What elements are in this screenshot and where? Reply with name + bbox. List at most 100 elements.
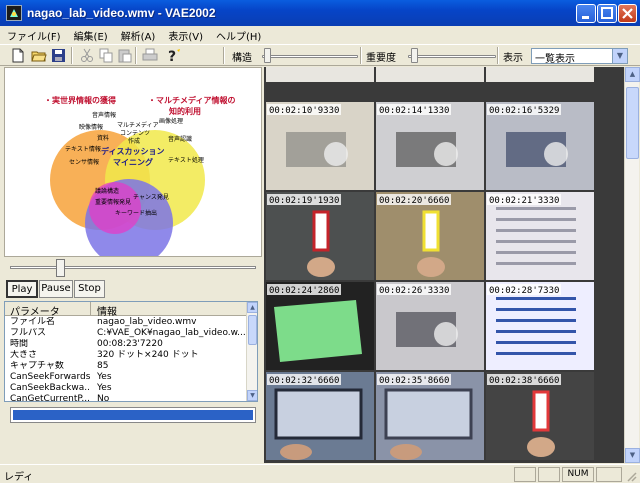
thumbnail-partial[interactable] (266, 67, 374, 82)
thumbnail-projector[interactable]: 00:02:26'3330 (376, 282, 484, 370)
table-row[interactable]: CanGetCurrentP... No (5, 394, 247, 401)
table-row[interactable]: CanSeekForwards Yes (5, 372, 247, 383)
properties-scrollbar[interactable]: ▲ ▼ (246, 302, 257, 401)
scroll-up-icon[interactable]: ▲ (247, 302, 257, 313)
thumbnail-scrollbar[interactable]: ▲ ▼ (624, 67, 640, 463)
left-pane: ・実世界情報の獲得 ・マルチメディア情報の 知的利用 音声情報 映像情報 資料 … (4, 67, 262, 463)
column-header-parameter[interactable]: パラメータ (10, 303, 60, 318)
app-icon[interactable] (6, 5, 22, 21)
thumbnail-devices[interactable]: 00:02:14'1330 (376, 102, 484, 190)
column-header-info[interactable]: 情報 (97, 303, 117, 318)
thumbnail-partial[interactable] (486, 67, 594, 82)
menu-edit[interactable]: 編集(E) (67, 26, 114, 43)
diagram-item: 重要情報発見 (95, 199, 132, 206)
thumbnail-card-yellow[interactable]: 00:02:20'6660 (376, 192, 484, 280)
scroll-up-icon[interactable]: ▲ (625, 67, 640, 82)
minimize-button[interactable] (576, 4, 596, 23)
importance-slider-track[interactable] (408, 55, 496, 58)
thumbnail-lab[interactable]: 00:02:16'5329 (486, 102, 594, 190)
thumbnail-grid: 00:02:10'9330 00:02:14'1330 00:02:16'5329 0… (264, 67, 624, 463)
progress-bar (10, 407, 256, 423)
status-panel (514, 467, 536, 482)
print-icon[interactable] (142, 48, 158, 63)
new-file-icon[interactable] (10, 48, 26, 63)
cut-icon[interactable] (79, 48, 95, 63)
help-icon[interactable]: ? (165, 48, 181, 65)
diagram-item: テキスト情報 (65, 146, 101, 153)
menu-analyze[interactable]: 解析(A) (114, 26, 162, 43)
toolbar-separator (135, 47, 137, 64)
diagram-item: 音声情報 (92, 112, 117, 119)
table-row[interactable]: CanSeekBackwa... Yes (5, 383, 247, 394)
playback-slider-thumb[interactable] (56, 259, 65, 277)
thumbnail-timestamp: 00:02:16'5329 (489, 106, 559, 116)
table-row[interactable]: フルパス C:¥VAE_OK¥nagao_lab_video.w... (5, 328, 247, 339)
playback-slider-track[interactable] (10, 266, 256, 269)
diagram-item: 議論構造 (95, 188, 120, 195)
resize-grip-icon[interactable] (625, 470, 637, 482)
display-label: 表示 (503, 53, 523, 64)
thumbnail-whiteboard[interactable]: 00:02:21'3330 (486, 192, 594, 280)
thumbnail-timestamp: 00:02:21'3330 (489, 196, 559, 206)
properties-header: パラメータ 情報 (5, 302, 247, 318)
thumbnail-timestamp: 00:02:24'2860 (269, 286, 339, 296)
thumbnail-timestamp: 00:02:32'6660 (269, 376, 339, 386)
scroll-thumb[interactable] (626, 87, 639, 159)
num-lock-indicator: NUM (562, 467, 594, 482)
thumbnail-timestamp: 00:02:20'6660 (379, 196, 449, 206)
importance-label: 重要度 (366, 53, 396, 64)
param-name: ファイル名 (10, 317, 56, 327)
thumbnail-timestamp: 00:02:26'3330 (379, 286, 449, 296)
menu-help[interactable]: ヘルプ(H) (209, 26, 267, 43)
toolbar: ? 構造 重要度 表示 一覧表示 ▼ (0, 44, 640, 66)
stop-button[interactable]: Stop (74, 280, 105, 298)
table-row[interactable]: 時間 00:08:23'7220 (5, 339, 247, 350)
thumbnail-timestamp: 00:02:38'6660 (489, 376, 559, 386)
play-button[interactable]: Play (6, 280, 38, 298)
chevron-down-icon[interactable]: ▼ (612, 49, 627, 63)
thumbnail-green-screen[interactable]: 00:02:24'2860 (266, 282, 374, 370)
param-name: 大きさ (10, 350, 38, 360)
menu-bar: ファイル(F) 編集(E) 解析(A) 表示(V) ヘルプ(H) (0, 26, 640, 44)
status-panel (596, 467, 622, 482)
scroll-thumb[interactable] (248, 315, 257, 345)
diagram-item: 資料 (97, 135, 110, 142)
diagram-item: チャンス発見 (133, 194, 169, 201)
param-value: Yes (97, 372, 112, 382)
thumbnail-slides[interactable]: 00:02:28'7330 (486, 282, 594, 370)
pause-button[interactable]: Pause (39, 280, 73, 298)
scroll-down-icon[interactable]: ▼ (247, 390, 257, 401)
playback-slider[interactable] (8, 257, 260, 279)
table-row[interactable]: 大きさ 320 ドット×240 ドット (5, 350, 247, 361)
circle-label-multimedia: ・マルチメディア情報の (148, 96, 236, 105)
menu-view[interactable]: 表示(V) (161, 26, 209, 43)
table-row[interactable]: キャプチャ数 85 (5, 361, 247, 372)
importance-slider-thumb[interactable] (411, 48, 418, 63)
structure-slider-thumb[interactable] (264, 48, 271, 63)
paste-icon[interactable] (117, 48, 133, 63)
scroll-down-icon[interactable]: ▼ (625, 448, 640, 463)
close-button[interactable] (618, 4, 637, 23)
save-icon[interactable] (51, 48, 67, 63)
thumbnail-timestamp: 00:02:14'1330 (379, 106, 449, 116)
thumbnail-laptop[interactable]: 00:02:32'6660 (266, 372, 374, 460)
menu-file[interactable]: ファイル(F) (0, 26, 67, 43)
column-divider[interactable] (90, 302, 91, 316)
open-folder-icon[interactable] (31, 48, 47, 63)
structure-slider-track[interactable] (262, 55, 358, 58)
table-row[interactable]: ファイル名 nagao_lab_video.wmv (5, 317, 247, 328)
thumbnail-cards[interactable]: 00:02:38'6660 (486, 372, 594, 460)
maximize-button[interactable] (597, 4, 617, 23)
thumbnail-laptop2[interactable]: 00:02:35'8660 (376, 372, 484, 460)
thumbnail-card-red[interactable]: 00:02:19'1930 (266, 192, 374, 280)
diagram-center-label: マイニング (113, 158, 153, 167)
copy-icon[interactable] (98, 48, 114, 63)
diagram-item: キーワード抽出 (115, 210, 158, 217)
thumbnail-partial[interactable] (376, 67, 484, 82)
thumbnail-room[interactable]: 00:02:10'9330 (266, 102, 374, 190)
display-mode-select[interactable]: 一覧表示 ▼ (531, 48, 628, 65)
thumbnail-timestamp: 00:02:28'7330 (489, 286, 559, 296)
diagram-item: 画像処理 (159, 118, 184, 125)
param-name: フルパス (10, 328, 47, 338)
display-mode-value: 一覧表示 (535, 54, 575, 65)
